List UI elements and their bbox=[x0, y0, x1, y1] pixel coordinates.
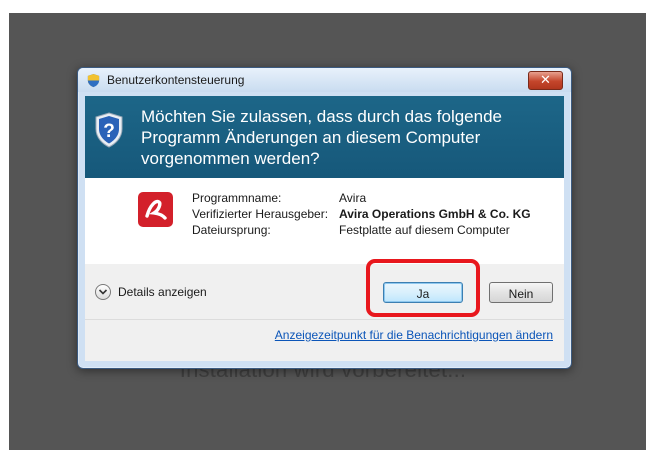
uac-question-text: Möchten Sie zulassen, dass durch das fol… bbox=[141, 107, 503, 168]
info-value: Avira Operations GmbH & Co. KG bbox=[339, 207, 531, 221]
info-row-file-origin: Dateiursprung: Festplatte auf diesem Com… bbox=[192, 222, 531, 238]
details-toggle[interactable]: Details anzeigen bbox=[95, 282, 207, 302]
info-label: Programmname: bbox=[192, 191, 282, 205]
question-header: ? Möchten Sie zulassen, dass durch das f… bbox=[85, 96, 564, 178]
info-label: Verifizierter Herausgeber: bbox=[192, 207, 329, 221]
close-icon: ✕ bbox=[540, 72, 551, 87]
dialog-titlebar: Benutzerkontensteuerung ✕ bbox=[78, 68, 571, 92]
notification-settings-link[interactable]: Anzeigezeitpunkt für die Benachrichtigun… bbox=[275, 328, 553, 342]
program-info-table: Programmname: Avira Verifizierter Heraus… bbox=[192, 190, 531, 238]
close-button[interactable]: ✕ bbox=[528, 71, 563, 90]
info-label: Dateiursprung: bbox=[192, 223, 271, 237]
info-row-program-name: Programmname: Avira bbox=[192, 190, 531, 206]
svg-text:?: ? bbox=[103, 121, 115, 142]
program-info-panel: Programmname: Avira Verifizierter Heraus… bbox=[85, 178, 564, 264]
chevron-down-icon bbox=[95, 284, 111, 300]
info-value: Festplatte auf diesem Computer bbox=[339, 223, 510, 237]
dialog-title: Benutzerkontensteuerung bbox=[107, 73, 245, 87]
uac-shield-icon bbox=[86, 73, 101, 93]
uac-dialog: Benutzerkontensteuerung ✕ ? Möchten Sie … bbox=[77, 67, 572, 369]
footer-divider bbox=[85, 319, 564, 320]
uac-question-shield-icon: ? bbox=[93, 111, 125, 154]
info-value: Avira bbox=[339, 191, 367, 205]
yes-button-highlight bbox=[366, 259, 480, 317]
dialog-footer: Details anzeigen Ja Nein Anzeigezeitpunk… bbox=[85, 264, 564, 361]
info-row-publisher: Verifizierter Herausgeber: Avira Operati… bbox=[192, 206, 531, 222]
details-label: Details anzeigen bbox=[118, 285, 207, 299]
no-button[interactable]: Nein bbox=[489, 282, 553, 303]
avira-logo-icon bbox=[138, 192, 173, 227]
